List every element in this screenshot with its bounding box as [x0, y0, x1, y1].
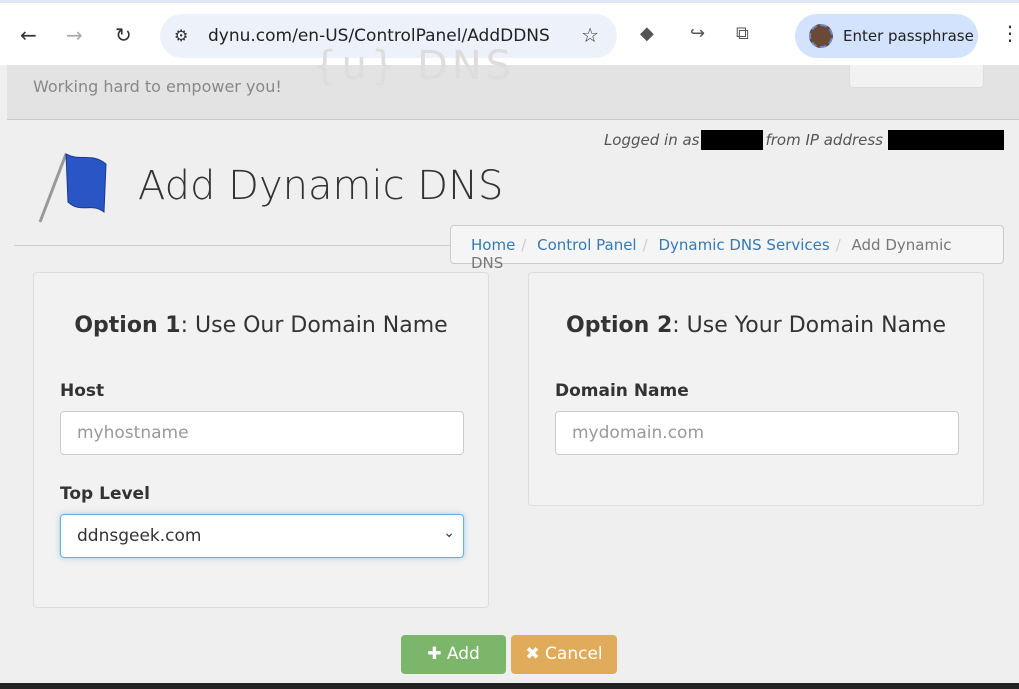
profile-label: Enter passphrase [843, 27, 974, 45]
forward-icon[interactable]: → [66, 23, 83, 47]
breadcrumb-ddns-services[interactable]: Dynamic DNS Services [658, 236, 829, 254]
add-button[interactable]: ✚ Add [401, 635, 506, 674]
chevron-down-icon: ⌄ [443, 525, 455, 541]
host-input[interactable]: myhostname [60, 411, 464, 455]
domain-name-input[interactable]: mydomain.com [555, 411, 959, 455]
share-icon[interactable]: ↪ [690, 23, 705, 44]
tagline: Working hard to empower you! [33, 77, 282, 96]
extension-icon[interactable]: ◆ [640, 23, 654, 44]
host-label: Host [60, 381, 105, 401]
redacted-username [701, 130, 764, 150]
close-icon: ✖ [525, 644, 540, 664]
option1-heading: Option 1: Use Our Domain Name [74, 313, 448, 338]
site-header: {u} DNS Working hard to empower you! [7, 43, 1019, 120]
logo: {u} DNS [312, 43, 516, 89]
flag-icon [38, 153, 107, 223]
cancel-button[interactable]: ✖ Cancel [511, 635, 617, 674]
header-box [849, 65, 984, 88]
plus-icon: ✚ [427, 644, 442, 664]
profile-button[interactable]: Enter passphrase [795, 14, 978, 58]
login-prefix: Logged in as [603, 131, 700, 149]
avatar [809, 24, 833, 48]
option2-panel: Option 2: Use Your Domain Name Domain Na… [528, 272, 984, 506]
option2-heading: Option 2: Use Your Domain Name [566, 313, 946, 338]
domain-name-label: Domain Name [555, 381, 689, 401]
breadcrumb: Home / Control Panel / Dynamic DNS Service… [450, 225, 1004, 272]
login-info: Logged in as from IP address [604, 130, 1004, 150]
menu-icon[interactable]: ⋮ [1000, 21, 1019, 45]
top-level-label: Top Level [60, 484, 150, 504]
bookmark-star-icon[interactable]: ☆ [581, 23, 599, 47]
option1-panel: Option 1: Use Our Domain Name Host myhos… [33, 272, 489, 608]
breadcrumb-home[interactable]: Home [471, 236, 515, 254]
page-title: Add Dynamic DNS [138, 163, 504, 209]
taskbar-edge [0, 683, 1019, 689]
reload-icon[interactable]: ↻ [115, 23, 132, 47]
back-icon[interactable]: ← [20, 23, 37, 47]
login-middle: from IP address [765, 131, 883, 149]
top-level-select[interactable]: ddnsgeek.com ⌄ [60, 514, 464, 558]
site-settings-icon[interactable]: ⚙ [174, 26, 188, 45]
redacted-ip [888, 130, 1004, 150]
divider [14, 245, 450, 246]
breadcrumb-control-panel[interactable]: Control Panel [537, 236, 636, 254]
extensions-puzzle-icon[interactable]: ⧉ [736, 23, 749, 44]
